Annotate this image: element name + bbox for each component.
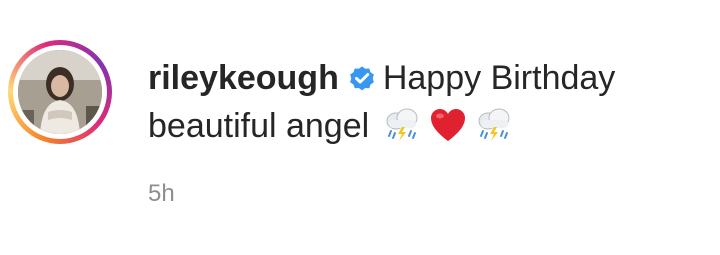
comment: rileykeough Happy Birthday beautiful ang… (0, 0, 720, 255)
comment-text: rileykeough Happy Birthday beautiful ang… (148, 54, 708, 150)
cloud-rain-lightning-icon (386, 108, 418, 141)
avatar[interactable] (18, 50, 102, 134)
username-link[interactable]: rileykeough (148, 59, 339, 97)
comment-text-line2: beautiful angel (148, 107, 370, 145)
comment-text-line1: Happy Birthday (382, 59, 616, 97)
red-heart-icon (430, 109, 465, 141)
timestamp-link[interactable]: 5h (148, 180, 175, 208)
cloud-rain-lightning-icon (478, 108, 510, 141)
story-ring[interactable] (8, 40, 112, 144)
avatar-photo (18, 50, 102, 134)
verified-badge-icon (349, 66, 374, 91)
